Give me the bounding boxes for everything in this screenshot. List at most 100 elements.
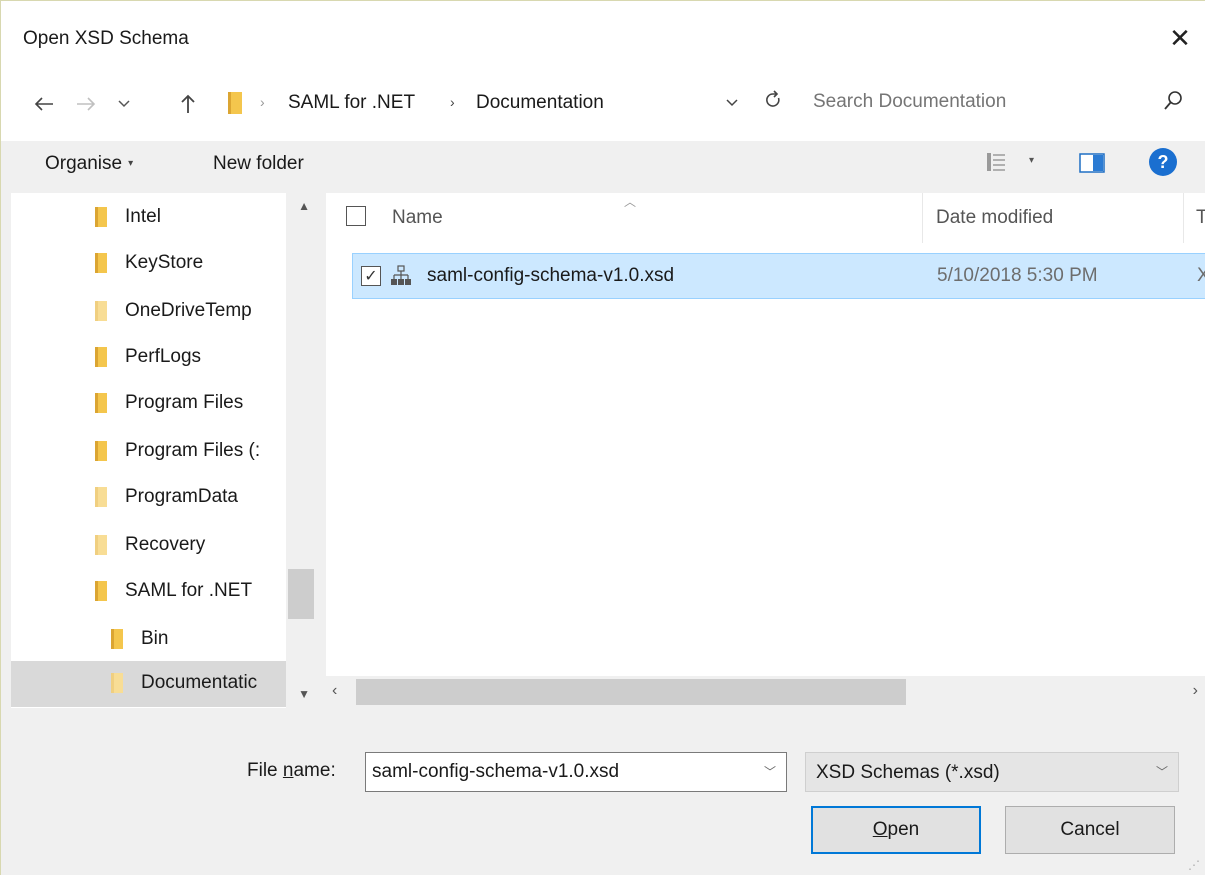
view-dropdown-icon[interactable]: ▾ [1029, 155, 1034, 166]
folder-icon [228, 92, 242, 114]
folder-icon [95, 253, 107, 273]
address-bar-row: › SAML for .NET › Documentation [1, 79, 1205, 141]
nav-item-label: Recovery [125, 534, 206, 555]
nav-item[interactable]: Recovery [11, 523, 286, 569]
open-hotkey: O [872, 819, 888, 840]
back-button[interactable] [29, 87, 59, 121]
chevron-down-icon[interactable]: ﹀ [764, 763, 776, 780]
recent-locations-button[interactable] [109, 87, 139, 121]
file-name-input[interactable] [372, 761, 742, 783]
close-button[interactable]: ✕ [1154, 15, 1205, 61]
chevron-down-icon[interactable]: ﹀ [1156, 763, 1168, 780]
help-icon[interactable]: ? [1149, 148, 1177, 176]
file-row[interactable]: ✓ saml-config-schema-v1.0.xsd 5/10/2018 … [352, 253, 1205, 299]
file-name-label-hotkey: n [282, 760, 294, 781]
chevron-down-icon [118, 100, 130, 108]
organise-menu-button[interactable]: Organise ▾ [45, 153, 133, 175]
horizontal-scroll-thumb[interactable] [356, 679, 906, 705]
view-options-icon[interactable] [985, 151, 1007, 173]
nav-item[interactable]: Program Files (: [11, 429, 286, 475]
nav-item[interactable]: KeyStore [11, 241, 286, 287]
xsd-file-icon [391, 265, 411, 285]
row-checkbox[interactable]: ✓ [361, 266, 381, 286]
folder-icon [95, 207, 107, 227]
nav-item-label: Program Files [125, 392, 244, 413]
nav-item[interactable]: PerfLogs [11, 335, 286, 381]
nav-item-label: Bin [141, 628, 169, 649]
nav-item[interactable]: ProgramData [11, 475, 286, 521]
folder-icon [95, 347, 107, 367]
horizontal-scrollbar[interactable]: ‹ › [326, 676, 1205, 708]
cancel-button[interactable]: Cancel [1005, 806, 1175, 854]
chevron-down-icon [726, 99, 738, 107]
search-box[interactable] [801, 83, 1201, 123]
nav-item[interactable]: Documentatic [11, 661, 286, 707]
nav-item-label: ProgramData [125, 486, 238, 507]
folder-icon [95, 301, 107, 321]
breadcrumb-separator[interactable]: › [260, 94, 265, 110]
scroll-left-icon[interactable]: ‹ [332, 682, 337, 700]
folder-icon [95, 535, 107, 555]
arrow-left-icon [34, 97, 53, 111]
file-name-label-prefix: File [247, 760, 283, 781]
preview-pane-icon[interactable] [1079, 153, 1105, 173]
nav-item-label: Documentatic [141, 672, 258, 693]
folder-icon [111, 629, 123, 649]
nav-item[interactable]: SAML for .NET [11, 569, 286, 615]
file-list-pane[interactable]: Name ︿ Date modified T ✓ saml-config-sch… [326, 193, 1205, 708]
search-input[interactable] [813, 91, 1153, 113]
nav-scrollbar[interactable]: ▲ ▼ [286, 193, 316, 708]
refresh-icon [766, 90, 780, 107]
resize-grip-icon[interactable]: ⋰ [1188, 858, 1200, 872]
open-button[interactable]: Open [811, 806, 981, 854]
navigation-pane[interactable]: Intel KeyStore OneDriveTemp PerfLogs Program… [11, 193, 316, 708]
nav-item[interactable]: OneDriveTemp [11, 289, 286, 335]
dialog-title: Open XSD Schema [23, 28, 189, 49]
address-dropdown-button[interactable] [726, 94, 738, 110]
column-header-row: Name ︿ Date modified T [326, 193, 1205, 243]
command-toolbar: Organise ▾ New folder ▾ ? [1, 141, 1205, 193]
arrow-up-icon [181, 94, 195, 113]
breadcrumb-item-saml[interactable]: SAML for .NET [288, 92, 415, 114]
breadcrumb-item-documentation[interactable]: Documentation [476, 92, 604, 114]
title-bar: Open XSD Schema ✕ [1, 1, 1205, 79]
column-divider[interactable] [1183, 193, 1184, 243]
new-folder-button[interactable]: New folder [213, 153, 304, 175]
file-type-value: XSD Schemas (*.xsd) [816, 762, 1000, 783]
search-icon[interactable] [1161, 89, 1185, 113]
folder-icon [95, 441, 107, 461]
forward-button[interactable] [71, 87, 101, 121]
folder-icon [111, 673, 123, 693]
dialog-footer: File name: ﹀ XSD Schemas (*.xsd) ﹀ Open … [1, 708, 1205, 875]
nav-item[interactable]: Intel [11, 195, 286, 241]
column-header-date-modified[interactable]: Date modified [936, 207, 1053, 229]
scroll-right-icon[interactable]: › [1193, 682, 1198, 700]
open-file-dialog: Open XSD Schema ✕ › SAML for .NET › Docu… [0, 0, 1205, 875]
nav-item-label: OneDriveTemp [125, 300, 252, 321]
file-date-cell: 5/10/2018 5:30 PM [937, 265, 1098, 286]
nav-item-label: Intel [125, 206, 161, 227]
file-name-cell: saml-config-schema-v1.0.xsd [427, 265, 675, 286]
column-divider[interactable] [922, 193, 923, 243]
scroll-up-icon[interactable]: ▲ [298, 199, 310, 213]
chevron-right-icon[interactable]: › [450, 94, 455, 110]
refresh-button[interactable] [759, 85, 787, 115]
breadcrumb[interactable]: › SAML for .NET › Documentation [219, 83, 795, 123]
nav-item[interactable]: Program Files [11, 381, 286, 427]
file-name-combobox[interactable]: ﹀ [365, 752, 787, 792]
caret-down-icon: ▾ [128, 158, 134, 170]
nav-scroll-thumb[interactable] [288, 569, 314, 619]
file-type-select[interactable]: XSD Schemas (*.xsd) ﹀ [805, 752, 1179, 792]
sort-ascending-icon: ︿ [624, 195, 637, 209]
column-header-type[interactable]: T [1196, 207, 1205, 229]
nav-item[interactable]: Bin [11, 617, 286, 663]
file-name-label: File name: [247, 760, 336, 782]
folder-icon [95, 581, 107, 601]
select-all-checkbox[interactable] [346, 206, 366, 226]
file-name-label-suffix: ame: [293, 760, 336, 781]
open-label: pen [887, 819, 920, 840]
scroll-down-icon[interactable]: ▼ [298, 687, 310, 701]
column-header-name[interactable]: Name [392, 207, 443, 229]
up-button[interactable] [173, 87, 203, 121]
nav-item-label: KeyStore [125, 252, 204, 273]
